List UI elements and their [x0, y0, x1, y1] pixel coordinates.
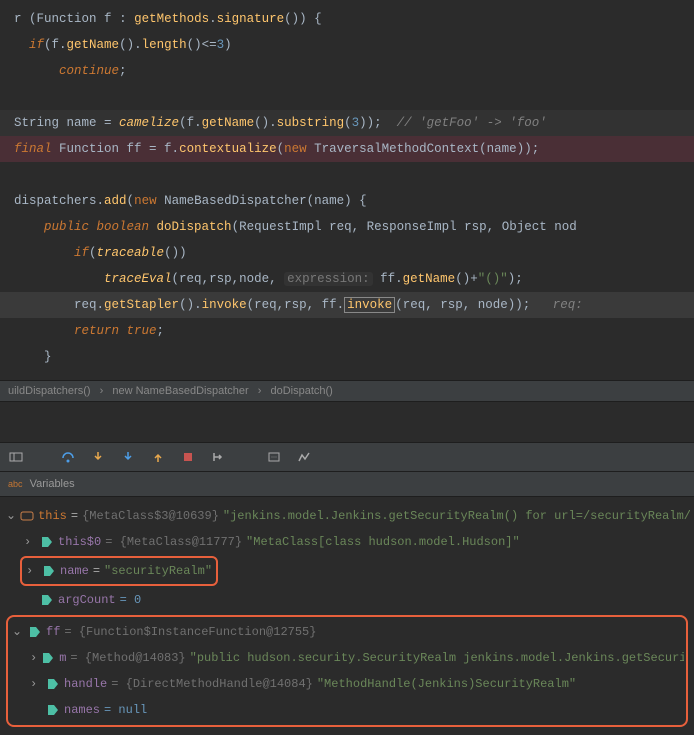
var-row-handle[interactable]: › handle = {DirectMethodHandle@14084} "M…	[10, 671, 684, 697]
code-line: final Function ff = f.contextualize(new …	[0, 136, 694, 162]
code-line: }	[0, 344, 694, 370]
step-into-icon[interactable]	[90, 449, 106, 465]
tag-icon	[46, 703, 60, 717]
code-line: String name = camelize(f.getName().subst…	[0, 110, 694, 136]
chevron-right-icon: ›	[100, 385, 104, 397]
step-out-icon[interactable]	[150, 449, 166, 465]
evaluate-expression-icon[interactable]: ⋯	[266, 449, 282, 465]
var-row-ff[interactable]: ⌄ ff = {Function$InstanceFunction@12755}	[10, 619, 684, 645]
tag-icon	[42, 564, 56, 578]
code-line	[0, 162, 694, 188]
var-row-argcount[interactable]: argCount = 0	[4, 587, 690, 613]
var-row-names[interactable]: names = null	[10, 697, 684, 723]
var-row-this0[interactable]: › this$0 = {MetaClass@11777} "MetaClass[…	[4, 529, 690, 555]
code-line: if(f.getName().length()<=3)	[0, 32, 694, 58]
var-row-m[interactable]: › m = {Method@14083} "public hudson.secu…	[10, 645, 684, 671]
breadcrumb-item[interactable]: uildDispatchers()	[8, 385, 91, 397]
expand-icon[interactable]: ›	[30, 671, 42, 697]
breadcrumb-item[interactable]: new NameBasedDispatcher	[112, 385, 248, 397]
trace-icon[interactable]	[296, 449, 312, 465]
object-icon	[20, 509, 34, 523]
variables-header: abc Variables	[0, 472, 694, 497]
code-line: if(traceable())	[0, 240, 694, 266]
step-over-icon[interactable]	[60, 449, 76, 465]
variables-pane[interactable]: ⌄ this = {MetaClass$3@10639} "jenkins.mo…	[0, 497, 694, 735]
expand-icon[interactable]: ⌄	[6, 503, 16, 529]
code-line: return true;	[0, 318, 694, 344]
var-row-name-highlighted[interactable]: › name = "securityRealm"	[20, 556, 218, 586]
chevron-right-icon: ›	[258, 385, 262, 397]
force-step-into-icon[interactable]	[120, 449, 136, 465]
abc-icon: abc	[8, 479, 23, 489]
debug-toolbar: ⋯	[0, 442, 694, 472]
expand-icon[interactable]: ⌄	[12, 619, 24, 645]
expand-icon[interactable]: ›	[24, 529, 36, 555]
code-line: continue;	[0, 58, 694, 84]
tag-icon	[40, 593, 54, 607]
var-row-this[interactable]: ⌄ this = {MetaClass$3@10639} "jenkins.mo…	[4, 503, 690, 529]
breadcrumb-item[interactable]: doDispatch()	[270, 385, 332, 397]
code-line	[0, 84, 694, 110]
tag-icon	[41, 651, 55, 665]
frames-icon[interactable]	[8, 449, 24, 465]
code-line: dispatchers.add(new NameBasedDispatcher(…	[0, 188, 694, 214]
code-editor[interactable]: r (Function f : getMethods.signature()) …	[0, 0, 694, 380]
variables-label: Variables	[30, 478, 75, 490]
drop-frame-icon[interactable]	[180, 449, 196, 465]
code-line: r (Function f : getMethods.signature()) …	[0, 6, 694, 32]
spacer	[0, 402, 694, 442]
expand-icon[interactable]: ›	[26, 558, 38, 584]
run-to-cursor-icon[interactable]	[210, 449, 226, 465]
var-group-ff-highlighted: ⌄ ff = {Function$InstanceFunction@12755}…	[6, 615, 688, 727]
tag-icon	[40, 535, 54, 549]
svg-text:⋯: ⋯	[271, 454, 277, 461]
tag-icon	[46, 677, 60, 691]
code-line-current: req.getStapler().invoke(req,rsp, ff.invo…	[0, 292, 694, 318]
expand-icon[interactable]: ›	[30, 645, 37, 671]
code-line: traceEval(req,rsp,node, expression: ff.g…	[0, 266, 694, 292]
code-line: public boolean doDispatch(RequestImpl re…	[0, 214, 694, 240]
breadcrumb[interactable]: uildDispatchers() › new NameBasedDispatc…	[0, 380, 694, 402]
tag-icon	[28, 625, 42, 639]
